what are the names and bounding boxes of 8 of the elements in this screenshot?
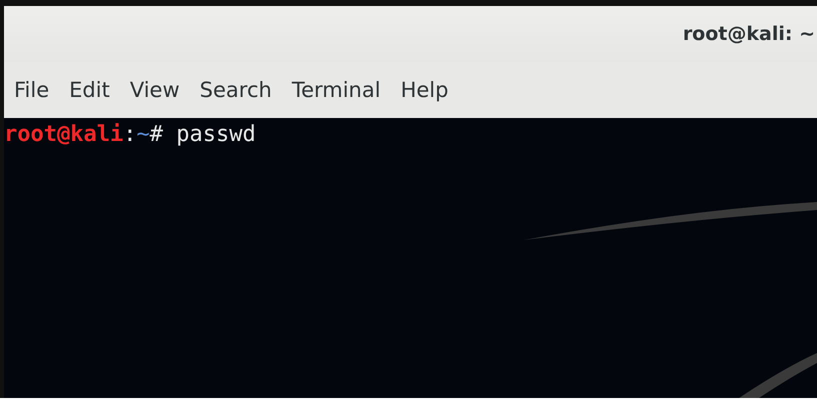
menu-item[interactable]: Edit (69, 78, 110, 102)
terminal-line: root@kali:~# passwd (4, 121, 256, 149)
menu-item[interactable]: Help (400, 78, 448, 102)
menu-item[interactable]: File (14, 78, 50, 102)
window-title: root@kali: ~ (682, 23, 815, 45)
menu-item[interactable]: Terminal (292, 78, 381, 102)
menu-item[interactable]: View (130, 78, 180, 102)
menu-item[interactable]: Search (200, 78, 272, 102)
